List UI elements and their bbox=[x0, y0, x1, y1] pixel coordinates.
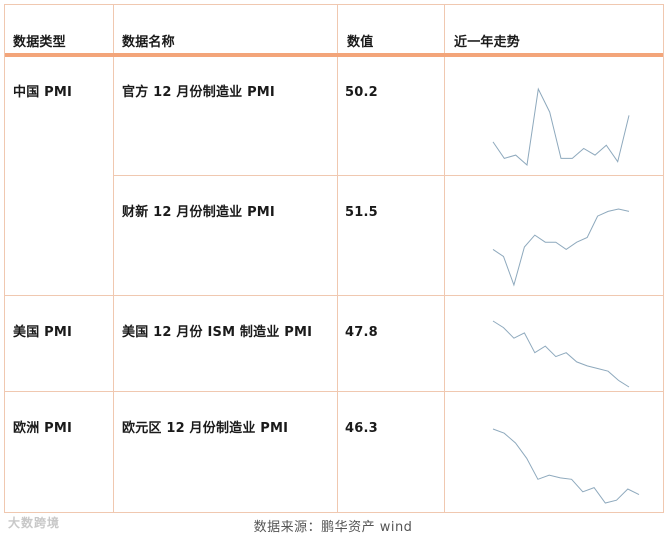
pmi-table: 数据类型 数据名称 数值 近一年走势 中国 PMI 官方 12 月份制造业 PM… bbox=[4, 4, 664, 513]
row-name-ism: 美国 12 月份 ISM 制造业 PMI bbox=[122, 325, 313, 340]
sparkline-caixin bbox=[492, 208, 630, 287]
row-value-official: 50.2 bbox=[345, 85, 378, 100]
sparkline-series-1-0 bbox=[492, 208, 630, 287]
sparkline-official bbox=[492, 87, 630, 166]
sparkline-eurozone bbox=[492, 428, 640, 504]
column-divider bbox=[113, 5, 114, 512]
row-category-us: 美国 PMI bbox=[13, 325, 73, 340]
row-value-caixin: 51.5 bbox=[345, 205, 378, 220]
row-divider bbox=[5, 391, 663, 392]
row-name-caixin: 财新 12 月份制造业 PMI bbox=[122, 205, 275, 220]
sparkline-series-2-0 bbox=[492, 320, 630, 388]
sparkline-series-0-0 bbox=[492, 87, 630, 166]
sparkline-ism bbox=[492, 320, 630, 388]
row-name-eurozone: 欧元区 12 月份制造业 PMI bbox=[122, 421, 289, 436]
header-trend: 近一年走势 bbox=[454, 35, 521, 50]
header-value: 数值 bbox=[347, 35, 374, 50]
sparkline-series-3-0 bbox=[492, 428, 640, 504]
column-divider bbox=[444, 5, 445, 512]
data-source: 数据来源：鹏华资产 wind bbox=[253, 520, 413, 535]
row-divider bbox=[5, 295, 663, 296]
header-category: 数据类型 bbox=[13, 35, 66, 50]
row-divider bbox=[113, 175, 663, 176]
header-name: 数据名称 bbox=[122, 35, 175, 50]
row-category-china: 中国 PMI bbox=[13, 85, 73, 100]
header-underline bbox=[5, 53, 663, 57]
row-category-eu: 欧洲 PMI bbox=[13, 421, 73, 436]
row-name-official: 官方 12 月份制造业 PMI bbox=[122, 85, 275, 100]
row-value-ism: 47.8 bbox=[345, 325, 378, 340]
column-divider bbox=[337, 5, 338, 512]
row-value-eurozone: 46.3 bbox=[345, 421, 378, 436]
